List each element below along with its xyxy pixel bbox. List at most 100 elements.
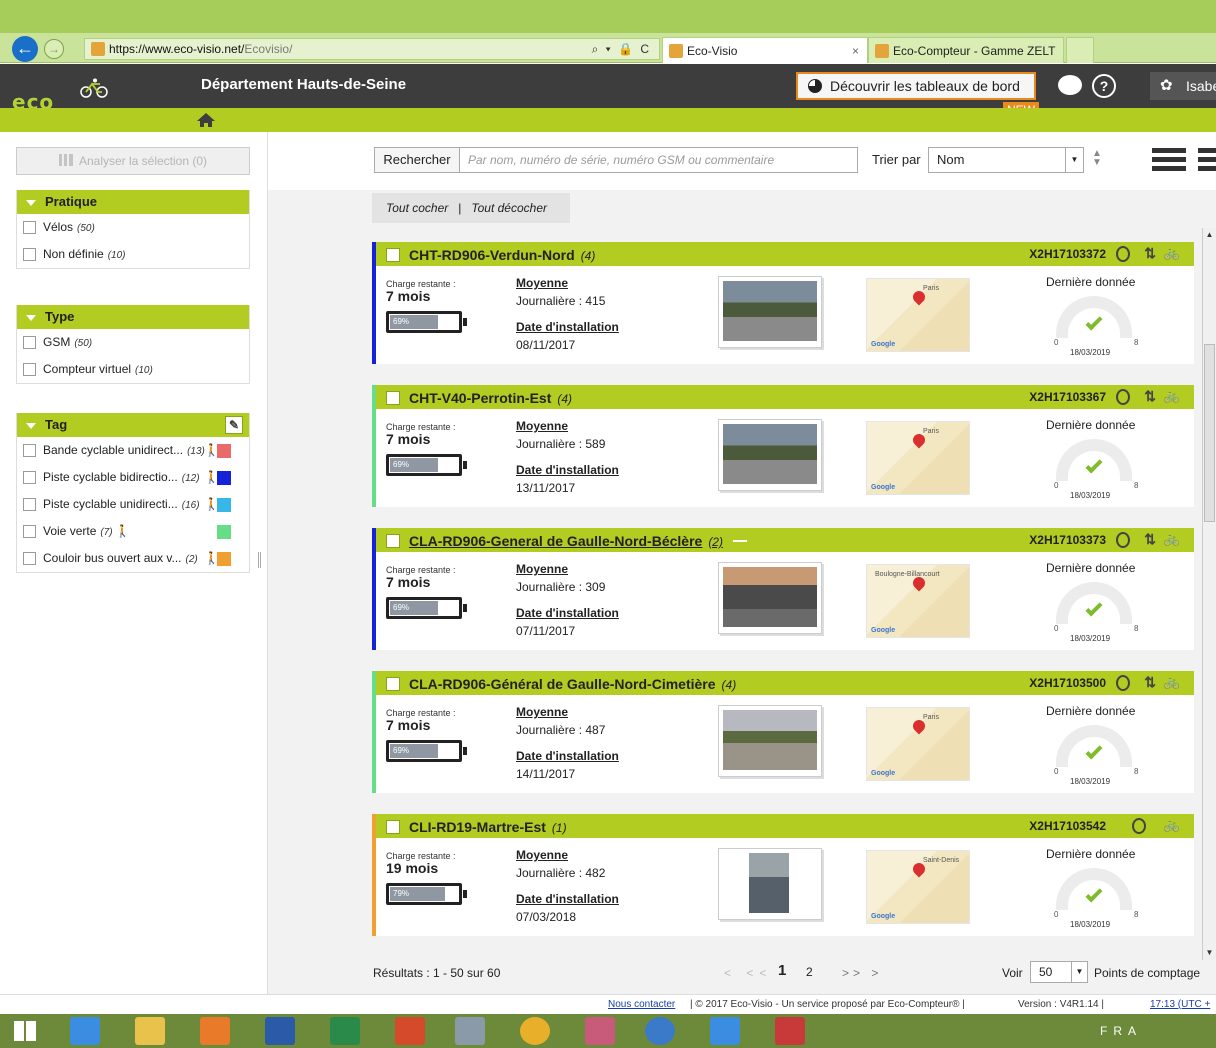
panel-resize-handle[interactable] — [258, 552, 261, 568]
filter-item[interactable]: GSM (50) — [17, 329, 249, 356]
filter-section-header[interactable]: Pratique — [17, 190, 249, 214]
install-date-label[interactable]: Date d'installation — [516, 892, 619, 906]
uncheck-all-link[interactable]: Tout décocher — [471, 201, 547, 215]
filter-checkbox[interactable] — [23, 525, 36, 538]
previous-page-buttons[interactable]: < << — [724, 966, 772, 980]
counter-name[interactable]: CHT-V40-Perrotin-Est (4) — [409, 390, 572, 406]
site-photo[interactable] — [718, 276, 822, 348]
forward-button[interactable]: → — [44, 39, 64, 59]
tag-item[interactable]: Piste cyclable bidirectio... (12) 🚶 — [17, 464, 249, 491]
site-photo[interactable] — [718, 848, 822, 920]
signal-icon[interactable] — [1116, 389, 1130, 405]
back-button[interactable]: ← — [12, 36, 38, 62]
windows-start-icon[interactable] — [14, 1021, 36, 1041]
filter-section-header[interactable]: Tag ✎ — [17, 413, 249, 437]
filter-checkbox[interactable] — [23, 471, 36, 484]
average-label[interactable]: Moyenne — [516, 562, 568, 576]
average-label[interactable]: Moyenne — [516, 419, 568, 433]
powerpoint-icon[interactable] — [395, 1017, 425, 1045]
install-date-label[interactable]: Date d'installation — [516, 749, 619, 763]
internet-explorer-icon[interactable] — [70, 1017, 100, 1045]
outlook-icon[interactable] — [200, 1017, 230, 1045]
counter-name[interactable]: CHT-RD906-Verdun-Nord (4) — [409, 247, 595, 263]
address-bar[interactable]: https://www.eco-visio.net/Ecovisio/ ⌕ ▾ … — [84, 38, 660, 60]
card-checkbox[interactable] — [386, 391, 400, 405]
direction-arrows-icon[interactable]: ⇅ — [1144, 674, 1156, 691]
counter-card[interactable]: CHT-V40-Perrotin-Est (4) X2H17103367 ⇅ 🚲 … — [372, 385, 1194, 507]
user-menu[interactable]: ✿ Isabe — [1150, 72, 1216, 100]
site-photo[interactable] — [718, 419, 822, 491]
average-label[interactable]: Moyenne — [516, 848, 568, 862]
compact-view-icon[interactable] — [1198, 148, 1216, 174]
site-photo[interactable] — [718, 562, 822, 634]
filter-checkbox[interactable] — [23, 552, 36, 565]
card-checkbox[interactable] — [386, 248, 400, 262]
filter-checkbox[interactable] — [23, 363, 36, 376]
average-label[interactable]: Moyenne — [516, 705, 568, 719]
address-controls[interactable]: ⌕ ▾ 🔒 C — [592, 39, 651, 59]
home-icon[interactable] — [196, 112, 216, 128]
filter-item[interactable]: Compteur virtuel (10) — [17, 356, 249, 383]
chat-bubble-icon[interactable] — [1058, 75, 1082, 95]
excel-icon[interactable] — [330, 1017, 360, 1045]
direction-arrows-icon[interactable]: ⇅ — [1144, 245, 1156, 262]
tag-item[interactable]: Piste cyclable unidirecti... (16) 🚶 — [17, 491, 249, 518]
scrollbar[interactable]: ▲ ▼ — [1202, 228, 1216, 960]
system-tray[interactable]: FRA — [1100, 1024, 1142, 1038]
card-checkbox[interactable] — [386, 677, 400, 691]
location-map[interactable]: Paris Google — [866, 278, 970, 352]
page-1-button[interactable]: 1 — [778, 962, 786, 979]
location-map[interactable]: Boulogne-Billancourt Google — [866, 564, 970, 638]
average-label[interactable]: Moyenne — [516, 276, 568, 290]
counter-name[interactable]: CLA-RD906-General de Gaulle-Nord-Béclère… — [409, 533, 747, 549]
tag-item[interactable]: Voie verte (7) 🚶 — [17, 518, 249, 545]
filter-checkbox[interactable] — [23, 336, 36, 349]
tab-eco-compteur[interactable]: Eco-Compteur - Gamme ZELT — [868, 37, 1064, 63]
tag-item[interactable]: Couloir bus ouvert aux v... (2) 🚶 — [17, 545, 249, 572]
sort-order-icon[interactable]: ▲ ▼ — [1092, 149, 1102, 168]
calculator-icon[interactable] — [455, 1017, 485, 1045]
signal-icon[interactable] — [1116, 246, 1130, 262]
card-checkbox[interactable] — [386, 534, 400, 548]
signal-icon[interactable] — [1116, 532, 1130, 548]
scroll-thumb[interactable] — [1204, 344, 1215, 522]
install-date-label[interactable]: Date d'installation — [516, 320, 619, 334]
word-icon[interactable] — [265, 1017, 295, 1045]
page-2-button[interactable]: 2 — [806, 965, 813, 979]
counter-card[interactable]: CLA-RD906-General de Gaulle-Nord-Béclère… — [372, 528, 1194, 650]
scroll-up-icon[interactable]: ▲ — [1203, 228, 1216, 242]
counter-name[interactable]: CLI-RD19-Martre-Est (1) — [409, 819, 567, 835]
card-checkbox[interactable] — [386, 820, 400, 834]
search-button[interactable]: Rechercher — [374, 147, 460, 173]
list-view-icon[interactable] — [1152, 148, 1186, 174]
counter-card[interactable]: CLA-RD906-Général de Gaulle-Nord-Cimetiè… — [372, 671, 1194, 793]
direction-arrows-icon[interactable]: ⇅ — [1144, 388, 1156, 405]
sort-select[interactable]: Nom ▼ — [928, 147, 1084, 173]
location-map[interactable]: Paris Google — [866, 707, 970, 781]
internet-explorer-active-icon[interactable] — [710, 1017, 740, 1045]
filter-checkbox[interactable] — [23, 221, 36, 234]
filter-section-header[interactable]: Type — [17, 305, 249, 329]
site-photo[interactable] — [718, 705, 822, 777]
edit-pencil-icon[interactable]: ✎ — [225, 416, 243, 434]
install-date-label[interactable]: Date d'installation — [516, 463, 619, 477]
analyse-selection-button[interactable]: Analyser la sélection (0) — [16, 147, 250, 175]
tag-item[interactable]: Bande cyclable unidirect... (13) 🚶 — [17, 437, 249, 464]
filter-checkbox[interactable] — [23, 498, 36, 511]
chrome-icon[interactable] — [520, 1017, 550, 1045]
help-icon[interactable]: ? — [1092, 74, 1116, 98]
snipping-tool-icon[interactable] — [775, 1017, 805, 1045]
check-all-link[interactable]: Tout cocher — [386, 201, 448, 215]
scroll-down-icon[interactable]: ▼ — [1203, 946, 1216, 960]
location-map[interactable]: Paris Google — [866, 421, 970, 495]
next-page-buttons[interactable]: >> > — [842, 966, 882, 980]
direction-arrows-icon[interactable]: ⇅ — [1144, 531, 1156, 548]
counter-card[interactable]: CHT-RD906-Verdun-Nord (4) X2H17103372 ⇅ 🚲… — [372, 242, 1194, 364]
timezone-link[interactable]: 17:13 (UTC + — [1150, 995, 1210, 1015]
filter-checkbox[interactable] — [23, 444, 36, 457]
tab-close-icon[interactable]: × — [852, 38, 859, 64]
install-date-label[interactable]: Date d'installation — [516, 606, 619, 620]
counter-name[interactable]: CLA-RD906-Général de Gaulle-Nord-Cimetiè… — [409, 676, 736, 692]
paint-icon[interactable] — [585, 1017, 615, 1045]
contact-link[interactable]: Nous contacter — [608, 995, 675, 1015]
